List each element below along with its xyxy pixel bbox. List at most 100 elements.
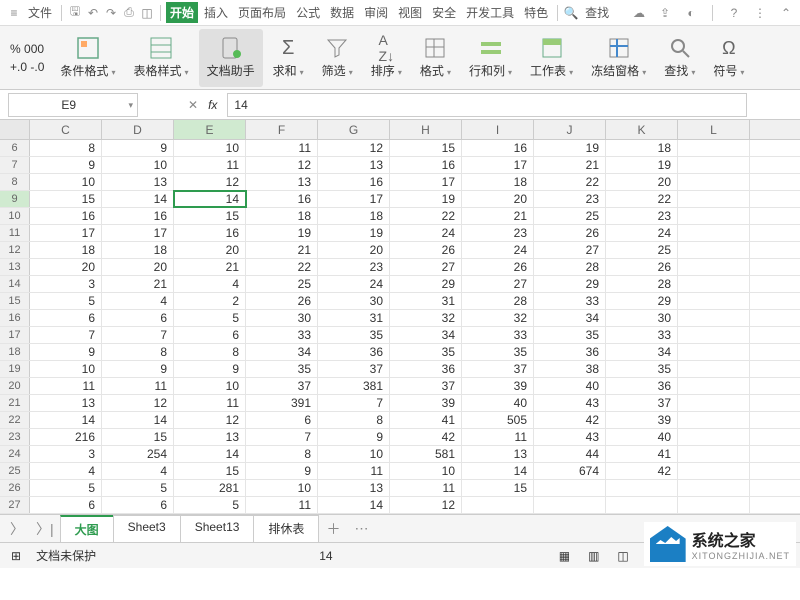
cell[interactable]: 12 xyxy=(318,140,390,156)
cell[interactable]: 29 xyxy=(534,276,606,292)
tab-features[interactable]: 特色 xyxy=(520,2,552,23)
cell[interactable]: 30 xyxy=(318,293,390,309)
cell[interactable]: 6 xyxy=(30,310,102,326)
ribbon-worksheet[interactable]: 工作表 ▾ xyxy=(522,29,581,87)
cell[interactable]: 35 xyxy=(318,327,390,343)
cell[interactable]: 32 xyxy=(390,310,462,326)
cell[interactable]: 29 xyxy=(606,293,678,309)
col-header-J[interactable]: J xyxy=(534,120,606,139)
cell[interactable]: 505 xyxy=(462,412,534,428)
cell[interactable]: 20 xyxy=(102,259,174,275)
more-icon[interactable]: ⋮ xyxy=(752,5,768,21)
cell[interactable]: 23 xyxy=(606,208,678,224)
cell[interactable]: 41 xyxy=(606,446,678,462)
cell[interactable]: 34 xyxy=(390,327,462,343)
cell[interactable]: 9 xyxy=(318,429,390,445)
cell[interactable] xyxy=(678,225,750,241)
sheet-tab[interactable]: 大图 xyxy=(60,515,114,542)
cell[interactable]: 6 xyxy=(30,497,102,513)
cell[interactable]: 34 xyxy=(246,344,318,360)
cell[interactable]: 20 xyxy=(606,174,678,190)
cell[interactable]: 19 xyxy=(606,157,678,173)
col-header-K[interactable]: K xyxy=(606,120,678,139)
cell[interactable]: 17 xyxy=(462,157,534,173)
cell[interactable]: 14 xyxy=(30,412,102,428)
ribbon-rowcol[interactable]: 行和列 ▾ xyxy=(461,29,520,87)
print-icon[interactable]: ⎙ xyxy=(121,5,137,21)
add-sheet-button[interactable]: ＋ xyxy=(318,519,348,539)
cell[interactable]: 35 xyxy=(606,361,678,377)
col-header-C[interactable]: C xyxy=(30,120,102,139)
ribbon-find[interactable]: 查找 ▾ xyxy=(656,29,703,87)
cell[interactable]: 36 xyxy=(318,344,390,360)
cell[interactable]: 7 xyxy=(318,395,390,411)
cell[interactable]: 39 xyxy=(390,395,462,411)
cell[interactable]: 14 xyxy=(102,412,174,428)
cell[interactable] xyxy=(678,412,750,428)
cell[interactable]: 20 xyxy=(318,242,390,258)
cell[interactable]: 28 xyxy=(606,276,678,292)
cell[interactable]: 381 xyxy=(318,378,390,394)
cell[interactable]: 8 xyxy=(246,446,318,462)
fx-icon[interactable]: fx xyxy=(208,98,217,112)
ribbon-tablestyle[interactable]: 表格样式 ▾ xyxy=(125,29,196,87)
cell[interactable]: 23 xyxy=(534,191,606,207)
cell[interactable]: 18 xyxy=(606,140,678,156)
tab-pagelayout[interactable]: 页面布局 xyxy=(234,2,290,23)
cell[interactable]: 5 xyxy=(30,480,102,496)
cell[interactable]: 14 xyxy=(462,463,534,479)
row-header-21[interactable]: 21 xyxy=(0,395,30,411)
cell[interactable]: 11 xyxy=(318,463,390,479)
cell[interactable]: 5 xyxy=(174,497,246,513)
tab-nav-prev[interactable]: 〉 xyxy=(4,519,30,539)
tab-devtools[interactable]: 开发工具 xyxy=(462,2,518,23)
cell[interactable]: 29 xyxy=(390,276,462,292)
cell[interactable]: 35 xyxy=(390,344,462,360)
cell[interactable] xyxy=(678,208,750,224)
cell[interactable]: 15 xyxy=(174,463,246,479)
cell[interactable]: 9 xyxy=(102,361,174,377)
cell[interactable]: 18 xyxy=(318,208,390,224)
cell[interactable]: 20 xyxy=(30,259,102,275)
ribbon-symbol[interactable]: Ω符号 ▾ xyxy=(705,29,752,87)
cell[interactable]: 39 xyxy=(462,378,534,394)
cell[interactable]: 15 xyxy=(462,480,534,496)
cell[interactable]: 41 xyxy=(390,412,462,428)
cell[interactable]: 19 xyxy=(318,225,390,241)
cell[interactable]: 11 xyxy=(246,497,318,513)
menu-icon[interactable]: ≡ xyxy=(6,5,22,21)
cell[interactable]: 11 xyxy=(390,480,462,496)
cell[interactable] xyxy=(678,174,750,190)
col-header-I[interactable]: I xyxy=(462,120,534,139)
cell[interactable]: 16 xyxy=(174,225,246,241)
cell[interactable]: 11 xyxy=(30,378,102,394)
cell[interactable]: 8 xyxy=(174,344,246,360)
cell[interactable]: 11 xyxy=(246,140,318,156)
cell[interactable]: 21 xyxy=(462,208,534,224)
cell[interactable]: 16 xyxy=(318,174,390,190)
share-icon[interactable]: ⇪ xyxy=(657,5,673,21)
cell[interactable]: 17 xyxy=(318,191,390,207)
row-header-15[interactable]: 15 xyxy=(0,293,30,309)
sheet-tab[interactable]: Sheet3 xyxy=(113,515,181,542)
cell[interactable]: 22 xyxy=(246,259,318,275)
cell[interactable]: 30 xyxy=(606,310,678,326)
cell[interactable]: 22 xyxy=(534,174,606,190)
cell[interactable]: 3 xyxy=(30,446,102,462)
cell[interactable]: 5 xyxy=(102,480,174,496)
cell[interactable]: 37 xyxy=(318,361,390,377)
cell[interactable]: 24 xyxy=(318,276,390,292)
redo-icon[interactable]: ↷ xyxy=(103,5,119,21)
cell[interactable]: 21 xyxy=(534,157,606,173)
cell[interactable]: 12 xyxy=(102,395,174,411)
cell[interactable]: 25 xyxy=(606,242,678,258)
cell[interactable]: 9 xyxy=(30,344,102,360)
cell[interactable]: 16 xyxy=(30,208,102,224)
cell[interactable] xyxy=(534,480,606,496)
cell[interactable]: 10 xyxy=(174,378,246,394)
cell[interactable]: 37 xyxy=(246,378,318,394)
col-header-F[interactable]: F xyxy=(246,120,318,139)
cell[interactable]: 28 xyxy=(462,293,534,309)
cell[interactable]: 14 xyxy=(174,191,246,207)
skin-icon[interactable]: ◐ xyxy=(683,5,699,21)
